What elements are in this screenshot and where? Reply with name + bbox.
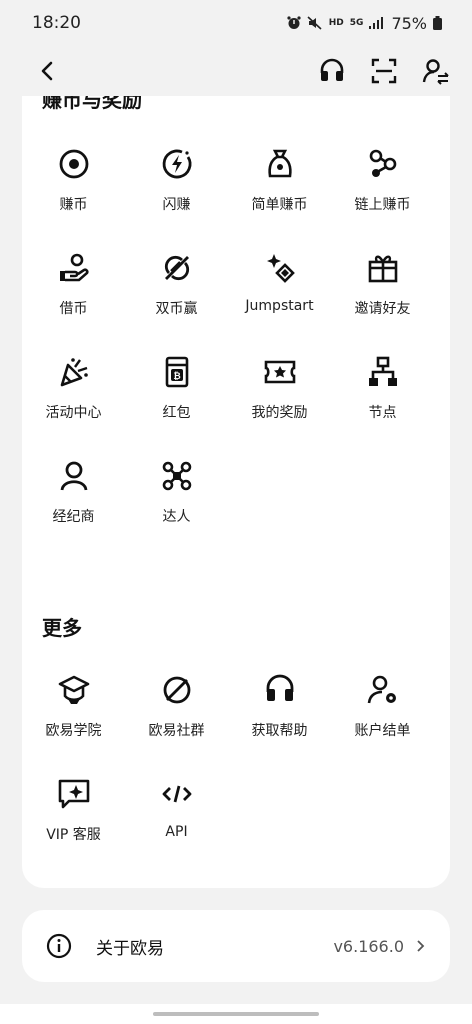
menu-item-label: 活动中心 xyxy=(45,405,102,421)
chevron-right-icon xyxy=(417,940,425,952)
menu-item-jumpstart[interactable]: Jumpstart xyxy=(228,250,331,354)
menu-item-onchain-earn[interactable]: 链上赚币 xyxy=(331,146,434,250)
menu-item-label: 节点 xyxy=(368,405,397,421)
menu-item-nodes[interactable]: 节点 xyxy=(331,354,434,458)
menu-item-label: 账户结单 xyxy=(354,723,411,739)
status-bar: 18:20 HD 5G 75% xyxy=(0,0,472,46)
menu-item-label: 赚币 xyxy=(59,197,88,213)
menu-item-flash-earn[interactable]: 闪赚 xyxy=(125,146,228,250)
hd-badge: HD xyxy=(328,17,344,28)
headset-icon xyxy=(266,674,293,701)
menu-item-label: Jumpstart xyxy=(245,298,314,314)
menu-item-broker[interactable]: 经纪商 xyxy=(22,458,125,562)
support-button[interactable] xyxy=(316,55,348,87)
menu-item-influencer[interactable]: 达人 xyxy=(125,458,228,562)
code-icon xyxy=(162,785,191,803)
chain-nodes-icon xyxy=(369,149,396,177)
scan-icon xyxy=(371,58,397,84)
menu-item-dual-investment[interactable]: 双币赢 xyxy=(125,250,228,354)
network-badge: 5G xyxy=(349,17,364,28)
app-version: v6.166.0 xyxy=(333,936,404,956)
menu-item-label: 欧易社群 xyxy=(148,723,205,739)
menu-item-label: 借币 xyxy=(59,301,88,317)
menu-item-label: 达人 xyxy=(162,509,191,525)
ticket-star-icon xyxy=(264,360,295,384)
svg-text:₿: ₿ xyxy=(173,371,180,382)
menu-item-label: API xyxy=(165,824,188,840)
alarm-icon xyxy=(287,16,301,29)
coin-icon xyxy=(59,149,88,179)
more-grid: 欧易学院 欧易社群 获取帮助 账户结单 VIP 客服 API xyxy=(22,672,450,880)
menu-item-label: 链上赚币 xyxy=(354,197,411,213)
menu-item-my-rewards[interactable]: 我的奖励 xyxy=(228,354,331,458)
about-row[interactable]: 关于欧易 v6.166.0 xyxy=(22,910,450,982)
menu-card: 赚币与奖励 赚币 闪赚 简单赚币 链上赚币 借币 双币赢 Jumpstart 邀… xyxy=(22,96,450,888)
menu-item-label: 简单赚币 xyxy=(251,197,308,213)
network-icon xyxy=(162,461,191,491)
headset-icon xyxy=(320,58,344,81)
battery-text: 75% xyxy=(391,13,427,33)
rewards-grid: 赚币 闪赚 简单赚币 链上赚币 借币 双币赢 Jumpstart 邀请好友 活动… xyxy=(22,146,450,562)
user-switch-icon xyxy=(422,59,449,85)
menu-item-label: 闪赚 xyxy=(162,197,191,213)
menu-item-api[interactable]: API xyxy=(125,776,228,880)
user-settings-icon xyxy=(367,675,396,704)
party-popper-icon xyxy=(60,358,88,387)
menu-item-label: VIP 客服 xyxy=(46,827,101,843)
status-time: 18:20 xyxy=(32,13,81,33)
section-title-more: 更多 xyxy=(42,616,82,640)
mute-icon xyxy=(307,16,322,30)
hand-coin-icon xyxy=(59,253,89,282)
menu-item-borrow[interactable]: 借币 xyxy=(22,250,125,354)
menu-item-academy[interactable]: 欧易学院 xyxy=(22,672,125,776)
signal-icon xyxy=(369,17,384,29)
dual-coin-icon xyxy=(164,255,189,281)
node-tree-icon xyxy=(368,356,397,386)
info-icon xyxy=(46,933,72,959)
planet-icon xyxy=(163,676,190,704)
sparkle-rocket-icon xyxy=(266,254,295,283)
menu-item-label: 邀请好友 xyxy=(354,301,411,317)
menu-item-community[interactable]: 欧易社群 xyxy=(125,672,228,776)
red-packet-icon: ₿ xyxy=(165,356,188,388)
menu-item-events-center[interactable]: 活动中心 xyxy=(22,354,125,458)
about-label: 关于欧易 xyxy=(96,938,164,959)
flash-icon xyxy=(162,149,191,179)
menu-item-label: 经纪商 xyxy=(52,509,95,525)
scan-button[interactable] xyxy=(368,55,400,87)
academy-cap-icon xyxy=(58,675,89,704)
menu-item-label: 双币赢 xyxy=(155,301,198,317)
status-icons: HD 5G 75% xyxy=(287,14,442,33)
menu-item-label: 获取帮助 xyxy=(251,723,308,739)
switch-account-button[interactable] xyxy=(420,55,452,87)
menu-item-label: 红包 xyxy=(162,405,191,421)
navigation-bar xyxy=(0,1004,472,1024)
top-header xyxy=(0,46,472,96)
menu-item-red-packet[interactable]: ₿ 红包 xyxy=(125,354,228,458)
menu-item-label: 欧易学院 xyxy=(45,723,102,739)
back-arrow-icon[interactable] xyxy=(36,59,60,83)
menu-item-account-statement[interactable]: 账户结单 xyxy=(331,672,434,776)
gift-icon xyxy=(368,255,397,283)
menu-item-simple-earn[interactable]: 简单赚币 xyxy=(228,146,331,250)
vip-chat-icon xyxy=(58,779,89,809)
menu-item-get-help[interactable]: 获取帮助 xyxy=(228,672,331,776)
menu-item-earn[interactable]: 赚币 xyxy=(22,146,125,250)
money-bag-icon xyxy=(267,149,292,178)
section-title-rewards: 赚币与奖励 xyxy=(42,96,142,112)
menu-item-vip-service[interactable]: VIP 客服 xyxy=(22,776,125,880)
battery-icon xyxy=(433,16,442,30)
menu-item-label: 我的奖励 xyxy=(251,405,308,421)
home-indicator[interactable] xyxy=(153,1012,319,1016)
user-icon xyxy=(60,461,87,491)
menu-item-invite-friends[interactable]: 邀请好友 xyxy=(331,250,434,354)
